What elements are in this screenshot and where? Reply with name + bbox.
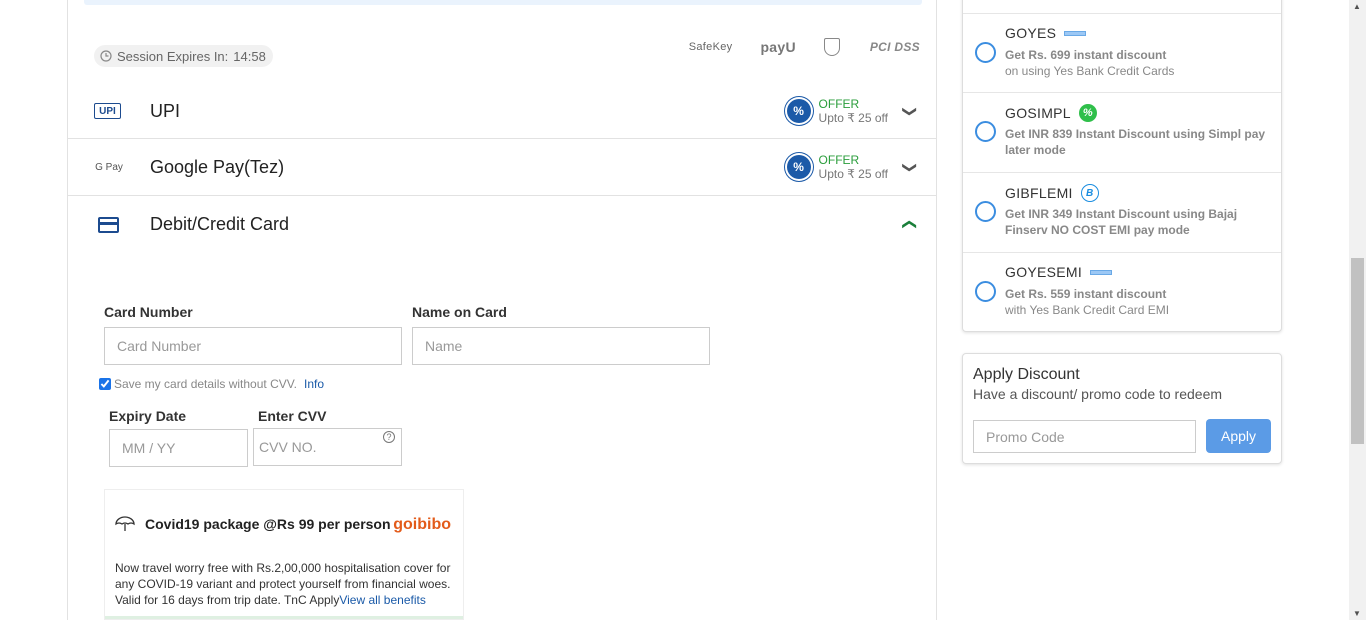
- offer-item[interactable]: GOYESEMI Get Rs. 559 instant discount wit…: [963, 252, 1281, 332]
- security-guarantee-logo: [823, 38, 842, 56]
- save-card-checkbox[interactable]: [99, 378, 111, 390]
- offer-radio[interactable]: [975, 201, 996, 222]
- save-card-row: Save my card details without CVV. Info: [99, 377, 324, 391]
- offer-item[interactable]: GIBFLEMI B Get INR 349 Instant Discount u…: [963, 172, 1281, 252]
- save-card-text: Save my card details without CVV.: [114, 377, 297, 391]
- credit-card-icon: [98, 216, 119, 233]
- offer-value: Upto ₹ 25 off: [818, 111, 888, 125]
- offer-description: Get INR 349 Instant Discount using Bajaj…: [1005, 207, 1238, 237]
- payment-options-panel: Session Expires In: 14:58 SafeKey payU P…: [67, 0, 937, 620]
- percent-badge-icon: %: [786, 99, 811, 123]
- card-number-label: Card Number: [104, 304, 193, 320]
- payment-option-title: UPI: [150, 100, 181, 121]
- help-icon[interactable]: ?: [383, 431, 395, 443]
- payment-option-card[interactable]: Debit/Credit Card ❮: [68, 196, 936, 253]
- offer-code: GOYES: [1005, 25, 1057, 41]
- covid-package-title: Covid19 package @Rs 99 per person: [145, 516, 391, 532]
- goibibo-logo: goibibo: [393, 516, 451, 534]
- percent-badge-icon: %: [786, 155, 811, 179]
- offer-code: GOSIMPL: [1005, 105, 1071, 121]
- cvv-label: Enter CVV: [258, 408, 327, 424]
- simpl-logo-icon: %: [1078, 104, 1097, 122]
- payment-option-upi[interactable]: UPI UPI % OFFER Upto ₹ 25 off ❯: [68, 84, 936, 139]
- scroll-up-arrow-icon[interactable]: ▲: [1353, 2, 1361, 11]
- session-timer: Session Expires In: 14:58: [94, 45, 273, 67]
- name-on-card-label: Name on Card: [412, 304, 507, 320]
- session-time: 14:58: [233, 48, 266, 64]
- offer-radio[interactable]: [975, 121, 996, 142]
- payment-page: Session Expires In: 14:58 SafeKey payU P…: [0, 0, 1366, 620]
- clock-icon: [100, 50, 112, 62]
- payu-logo: payU: [760, 39, 796, 55]
- offer-item[interactable]: GOSIMPL% Get INR 839 Instant Discount us…: [963, 92, 1281, 172]
- name-on-card-input[interactable]: Name: [412, 327, 710, 365]
- yes-bank-logo-icon: [1090, 269, 1113, 275]
- offer-label: OFFER: [818, 153, 860, 167]
- google-pay-icon: G Pay: [95, 161, 123, 173]
- offer-code: GOYESEMI: [1005, 264, 1083, 280]
- offer-subtext: with Yes Bank Credit Card EMI: [1005, 303, 1170, 317]
- scrollbar[interactable]: ▲ ▼: [1349, 0, 1366, 620]
- discount-subtitle: Have a discount/ promo code to redeem: [973, 386, 1223, 402]
- offer-subtext: on using Yes Bank Credit Cards: [1005, 64, 1175, 78]
- expiry-date-input[interactable]: MM / YY: [109, 429, 248, 467]
- offer-value: Upto ₹ 25 off: [818, 167, 888, 181]
- scroll-thumb[interactable]: [1351, 258, 1364, 444]
- chevron-down-icon[interactable]: ❯: [902, 105, 919, 117]
- offer-code: GIBFLEMI: [1005, 185, 1073, 201]
- pci-dss-logo: PCI DSS: [869, 40, 920, 54]
- offer-description: Get Rs. 699 instant discount: [1005, 48, 1167, 62]
- trust-badges: SafeKey payU PCI DSS: [689, 38, 920, 56]
- offer-description: Get Rs. 559 instant discount: [1005, 287, 1167, 301]
- scroll-down-arrow-icon[interactable]: ▼: [1353, 609, 1361, 618]
- cvv-input[interactable]: CVV NO. ?: [253, 428, 402, 466]
- yes-bank-logo-icon: [1064, 30, 1087, 36]
- payment-option-google-pay[interactable]: G Pay Google Pay(Tez) % OFFER Upto ₹ 25 …: [68, 139, 936, 196]
- info-link[interactable]: Info: [304, 377, 324, 391]
- offer-tag: % OFFER Upto ₹ 25 off: [786, 153, 888, 181]
- payment-option-title: Google Pay(Tez): [150, 156, 285, 177]
- session-label: Session Expires In:: [117, 48, 229, 64]
- covid-card-footer: [105, 616, 463, 619]
- offer-radio[interactable]: [975, 42, 996, 63]
- offer-label: OFFER: [818, 97, 860, 111]
- apply-button[interactable]: Apply: [1206, 419, 1271, 453]
- discount-title: Apply Discount: [973, 366, 1080, 383]
- top-banner-strip: [84, 0, 922, 5]
- goibibo-brand: goibibo: [393, 516, 451, 533]
- offer-tag: % OFFER Upto ₹ 25 off: [786, 97, 888, 125]
- apply-discount-panel: Apply Discount Have a discount/ promo co…: [962, 353, 1282, 464]
- expiry-date-label: Expiry Date: [109, 408, 187, 424]
- payment-option-title: Debit/Credit Card: [150, 214, 290, 234]
- promo-code-input[interactable]: Promo Code: [973, 420, 1196, 453]
- shield-icon: [823, 38, 840, 56]
- offers-panel: GOYES Get Rs. 699 instant discount on usi…: [962, 0, 1282, 332]
- bajaj-finserv-logo-icon: B: [1080, 184, 1099, 202]
- covid-package-card: Covid19 package @Rs 99 per person goibib…: [104, 489, 464, 620]
- chevron-down-icon[interactable]: ❯: [902, 161, 919, 173]
- umbrella-icon: [115, 516, 135, 531]
- view-all-benefits-link[interactable]: View all benefits: [339, 593, 426, 607]
- covid-description: Now travel worry free with Rs.2,00,000 h…: [115, 560, 455, 608]
- safekey-logo: SafeKey: [688, 41, 733, 53]
- offer-description: Get INR 839 Instant Discount using Simpl…: [1005, 127, 1266, 157]
- offer-radio[interactable]: [975, 281, 996, 302]
- cvv-placeholder: CVV NO.: [259, 439, 317, 455]
- card-number-input[interactable]: Card Number: [104, 327, 402, 365]
- offer-item[interactable]: GOYES Get Rs. 699 instant discount on usi…: [963, 13, 1281, 93]
- upi-icon: UPI: [94, 103, 121, 119]
- chevron-up-icon[interactable]: ❮: [902, 219, 919, 231]
